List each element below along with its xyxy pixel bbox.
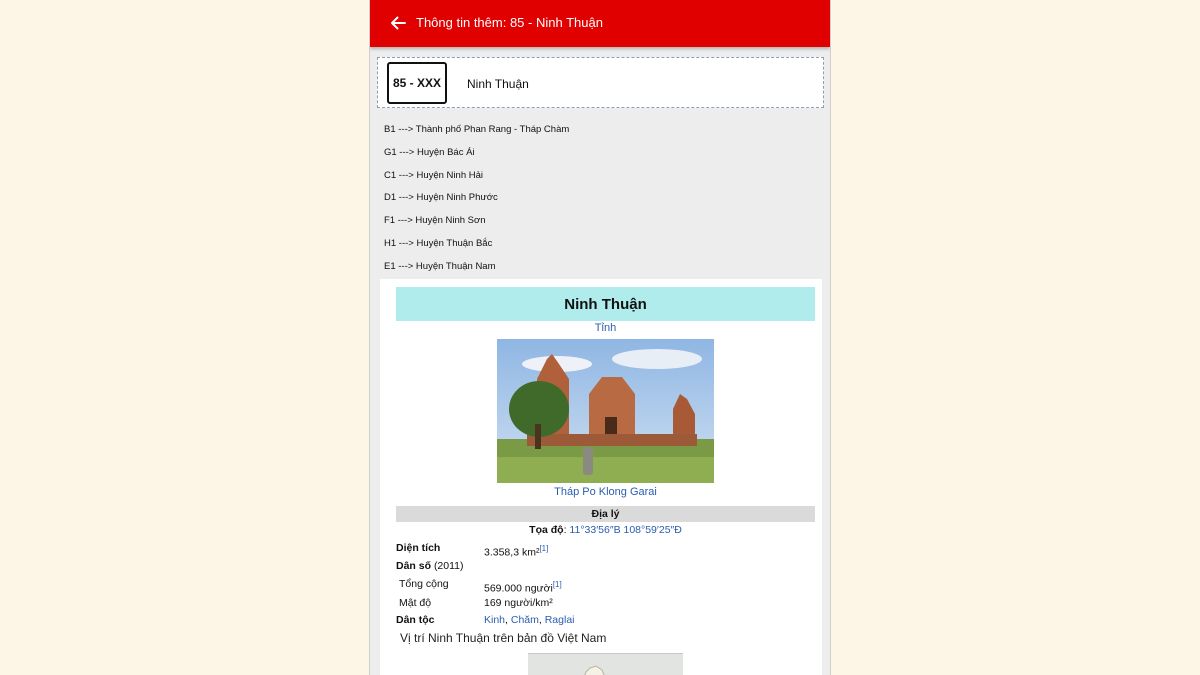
list-item: H1 ---> Huyện Thuận Bắc xyxy=(384,237,493,249)
density-label: Mật độ xyxy=(399,597,432,609)
area-value: 3.358,3 km²[1] xyxy=(484,544,548,559)
total-population-label: Tổng cộng xyxy=(399,578,449,590)
list-item: C1 ---> Huyện Ninh Hải xyxy=(384,169,483,181)
tower-photo[interactable] xyxy=(497,339,714,483)
area-label: Diện tích xyxy=(396,542,441,554)
coordinates-row: Tọa độ: 11°33′56″B 108°59′25″Đ xyxy=(529,524,682,536)
section-header: Địa lý xyxy=(396,506,815,522)
population-year: (2011) xyxy=(433,560,464,572)
page-title: Thông tin thêm: 85 - Ninh Thuận xyxy=(416,15,603,30)
list-item: B1 ---> Thành phố Phan Rang - Tháp Chàm xyxy=(384,124,570,135)
population-label-row: Dân số (2011) xyxy=(396,560,464,572)
population-label: Dân số xyxy=(396,560,432,572)
wiki-infobox: Ninh Thuận Tỉnh Tháp Po Klong Garai Địa … xyxy=(380,279,822,675)
infobox-title: Ninh Thuận xyxy=(396,287,815,321)
list-item: F1 ---> Huyện Ninh Sơn xyxy=(384,215,486,227)
area-number: 3.358,3 km² xyxy=(484,546,540,559)
coordinates-label: Tọa độ xyxy=(529,524,564,536)
ethnic-label: Dân tộc xyxy=(396,614,435,626)
plate-province-name: Ninh Thuận xyxy=(467,77,529,91)
ethnic-link-cham[interactable]: Chăm xyxy=(511,614,539,626)
back-arrow-icon[interactable] xyxy=(387,12,409,34)
total-population-value: 569.000 người[1] xyxy=(484,580,562,595)
list-item: G1 ---> Huyện Bác Ái xyxy=(384,146,475,158)
coordinates-link[interactable]: 11°33′56″B 108°59′25″Đ xyxy=(569,524,681,536)
plate-card: 85 - XXX Ninh Thuận xyxy=(377,57,824,108)
ethnic-link-raglai[interactable]: Raglai xyxy=(545,614,575,626)
location-map[interactable] xyxy=(528,653,683,675)
district-code-list: B1 ---> Thành phố Phan Rang - Tháp Chàm … xyxy=(384,124,569,284)
license-plate-badge: 85 - XXX xyxy=(387,62,447,104)
population-reference-link[interactable]: [1] xyxy=(553,580,562,589)
total-population-number: 569.000 người xyxy=(484,582,553,595)
ethnic-groups: Kinh, Chăm, Raglai xyxy=(484,614,575,626)
density-value: 169 người/km² xyxy=(484,597,553,609)
area-reference-link[interactable]: [1] xyxy=(539,544,548,553)
list-item: D1 ---> Huyện Ninh Phước xyxy=(384,192,498,204)
phone-screen: Thông tin thêm: 85 - Ninh Thuận 85 - XXX… xyxy=(369,0,831,675)
province-type-link[interactable]: Tỉnh xyxy=(380,322,830,334)
app-bar: Thông tin thêm: 85 - Ninh Thuận xyxy=(370,0,830,47)
ethnic-link-kinh[interactable]: Kinh xyxy=(484,614,505,626)
photo-caption-link[interactable]: Tháp Po Klong Garai xyxy=(380,486,830,498)
map-caption: Vị trí Ninh Thuận trên bản đồ Việt Nam xyxy=(400,631,607,645)
